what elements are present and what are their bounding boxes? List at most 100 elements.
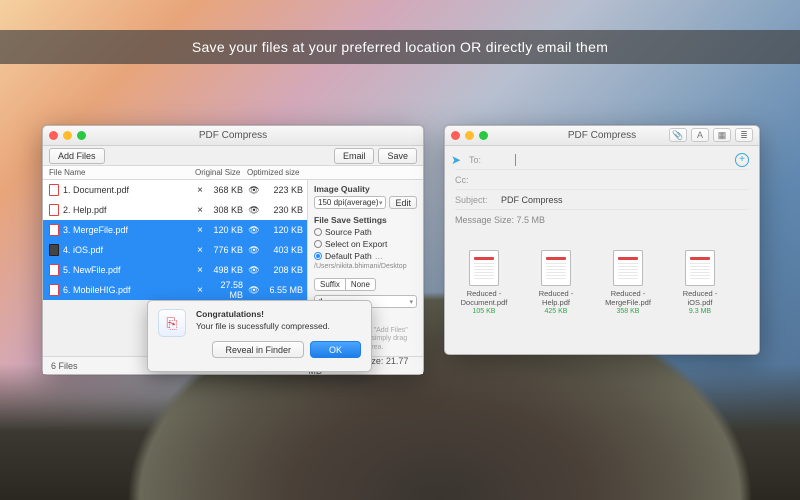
default-path-value: /Users/nikita.bhimani/Desktop [314, 263, 417, 270]
photo-icon[interactable]: ▦ [713, 128, 731, 142]
attach-icon[interactable]: 📎 [669, 128, 687, 142]
mail-compose-window: PDF Compress 📎 A ▦ ≣ ➤ To: + Cc: Subject… [444, 125, 760, 355]
original-size: 120 KB [205, 225, 247, 235]
save-button[interactable]: Save [378, 148, 417, 164]
file-name: 4. iOS.pdf [63, 245, 103, 255]
pdf-icon [49, 264, 59, 276]
file-save-settings-label: File Save Settings [314, 215, 417, 225]
edit-quality-button[interactable]: Edit [389, 196, 417, 209]
minimize-icon[interactable] [63, 131, 72, 140]
pdf-icon [685, 250, 715, 286]
optimized-size: 403 KB [261, 245, 307, 255]
optimized-size: 230 KB [261, 205, 307, 215]
col-optimized-size[interactable]: Optimized size [247, 166, 307, 179]
option-default-label: Default Path [325, 251, 372, 261]
original-size: 498 KB [205, 265, 247, 275]
file-name: 2. Help.pdf [63, 205, 107, 215]
message-size: Message Size: 7.5 MB [455, 215, 545, 225]
pdf-icon [613, 250, 643, 286]
original-size: 368 KB [205, 185, 247, 195]
option-default-path[interactable]: Default Path … [314, 251, 417, 261]
pdf-icon [49, 204, 59, 216]
maximize-icon[interactable] [479, 131, 488, 140]
pdf-compress-window: PDF Compress Add Files Email Save File N… [42, 125, 424, 375]
attachment-size: 9.3 MB [689, 308, 711, 315]
format-icon[interactable]: ≣ [735, 128, 753, 142]
remove-file-icon[interactable]: × [195, 205, 205, 216]
cc-label: Cc: [455, 175, 495, 185]
add-recipient-button[interactable]: + [735, 153, 749, 167]
titlebar[interactable]: PDF Compress 📎 A ▦ ≣ [445, 126, 759, 146]
ok-button[interactable]: OK [310, 341, 361, 358]
remove-file-icon[interactable]: × [195, 185, 205, 196]
attachment-name: Reduced - iOS.pdf [671, 289, 729, 307]
file-name: 5. NewFile.pdf [63, 265, 121, 275]
pdf-icon [49, 244, 59, 256]
dialog-app-icon: ⎘ [158, 309, 186, 337]
attachment-size: 425 KB [545, 308, 568, 315]
to-label: To: [469, 155, 509, 165]
send-icon[interactable]: ➤ [451, 153, 461, 167]
chevron-down-icon: ▾ [379, 199, 383, 207]
optimized-size: 208 KB [261, 265, 307, 275]
font-icon[interactable]: A [691, 128, 709, 142]
original-size: 308 KB [205, 205, 247, 215]
pdf-icon [469, 250, 499, 286]
preview-icon[interactable]: 👁 [247, 225, 261, 236]
subject-label: Subject: [455, 195, 495, 205]
attachment-item[interactable]: Reduced - iOS.pdf9.3 MB [671, 250, 729, 315]
add-files-button[interactable]: Add Files [49, 148, 105, 164]
attachment-item[interactable]: Reduced - Help.pdf425 KB [527, 250, 585, 315]
option-select-on-export[interactable]: Select on Export [314, 239, 417, 249]
image-quality-dropdown[interactable]: 150 dpi(average) ▾ [314, 196, 386, 209]
pdf-icon [49, 284, 59, 296]
preview-icon[interactable]: 👁 [247, 245, 261, 256]
titlebar[interactable]: PDF Compress [43, 126, 423, 146]
image-quality-label: Image Quality [314, 184, 417, 194]
remove-file-icon[interactable]: × [195, 265, 205, 276]
option-source-label: Source Path [325, 227, 372, 237]
maximize-icon[interactable] [77, 131, 86, 140]
none-seg[interactable]: None [345, 278, 376, 291]
attachment-item[interactable]: Reduced - Document.pdf105 KB [455, 250, 513, 315]
to-field[interactable] [515, 154, 729, 166]
remove-file-icon[interactable]: × [195, 245, 205, 256]
subject-field[interactable]: PDF Compress [501, 195, 749, 205]
option-export-label: Select on Export [325, 239, 387, 249]
status-file-count: 6 Files [51, 361, 161, 371]
attachment-size: 358 KB [617, 308, 640, 315]
preview-icon[interactable]: 👁 [247, 265, 261, 276]
file-name: 3. MergeFile.pdf [63, 225, 128, 235]
attachment-name: Reduced - Document.pdf [455, 289, 513, 307]
col-filename[interactable]: File Name [43, 166, 195, 179]
dialog-message: Your file is sucessfully compressed. [196, 321, 330, 331]
suffix-segmented[interactable]: Suffix None [314, 278, 417, 291]
attachment-item[interactable]: Reduced - MergeFile.pdf358 KB [599, 250, 657, 315]
remove-file-icon[interactable]: × [195, 285, 205, 296]
optimized-size: 120 KB [261, 225, 307, 235]
reveal-in-finder-button[interactable]: Reveal in Finder [212, 341, 304, 358]
preview-icon[interactable]: 👁 [247, 185, 261, 196]
dialog-title: Congratulations! [196, 309, 330, 319]
optimized-size: 223 KB [261, 185, 307, 195]
col-original-size[interactable]: Original Size [195, 166, 247, 179]
chevron-down-icon: ▾ [409, 298, 413, 306]
close-icon[interactable] [49, 131, 58, 140]
optimized-size: 6.55 MB [261, 285, 307, 295]
preview-icon[interactable]: 👁 [247, 205, 261, 216]
attachment-name: Reduced - Help.pdf [527, 289, 585, 307]
file-name: 1. Document.pdf [63, 185, 129, 195]
attachment-size: 105 KB [473, 308, 496, 315]
attachment-name: Reduced - MergeFile.pdf [599, 289, 657, 307]
preview-icon[interactable]: 👁 [247, 285, 261, 296]
option-source-path[interactable]: Source Path [314, 227, 417, 237]
close-icon[interactable] [451, 131, 460, 140]
congrats-dialog: ⎘ Congratulations! Your file is sucessfu… [147, 300, 372, 372]
attachments-area: Reduced - Document.pdf105 KBReduced - He… [445, 232, 759, 325]
table-header: File Name Original Size Optimized size [43, 166, 423, 180]
suffix-seg[interactable]: Suffix [314, 278, 345, 291]
email-button[interactable]: Email [334, 148, 375, 164]
remove-file-icon[interactable]: × [195, 225, 205, 236]
minimize-icon[interactable] [465, 131, 474, 140]
original-size: 27.58 MB [205, 280, 247, 300]
